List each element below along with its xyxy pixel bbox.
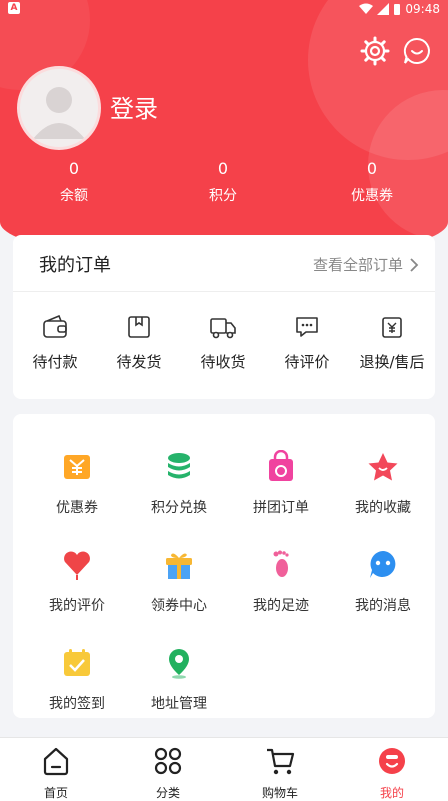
settings-gear-icon[interactable] bbox=[360, 36, 390, 66]
status-bar: A 09:48 bbox=[0, 0, 448, 18]
calendar-icon bbox=[64, 649, 90, 676]
tab-label: 首页 bbox=[43, 786, 68, 800]
orders-title: 我的订单 bbox=[39, 255, 111, 276]
truck-icon bbox=[210, 318, 236, 339]
tab-label: 我的 bbox=[379, 786, 404, 800]
avatar[interactable] bbox=[17, 66, 101, 150]
category-icon bbox=[154, 747, 182, 775]
tab-label: 分类 bbox=[155, 786, 180, 800]
profile-icon bbox=[379, 748, 405, 774]
service-my-reviews[interactable]: 我的评价 bbox=[22, 548, 132, 615]
service-label: 地址管理 bbox=[151, 696, 207, 712]
group-bag-icon bbox=[269, 449, 293, 481]
tab-cart[interactable]: 购物车 bbox=[240, 746, 320, 801]
message-icon bbox=[370, 551, 396, 578]
service-address[interactable]: 地址管理 bbox=[124, 646, 234, 713]
coins-icon bbox=[168, 453, 190, 479]
service-group-orders[interactable]: 拼团订单 bbox=[226, 449, 336, 517]
stat-coupons[interactable]: 0 优惠券 bbox=[312, 160, 432, 205]
view-all-orders-link[interactable]: 查看全部订单 bbox=[313, 254, 419, 275]
login-link[interactable]: 登录 bbox=[110, 89, 158, 124]
service-footprints[interactable]: 我的足迹 bbox=[226, 548, 336, 615]
order-label: 待付款 bbox=[32, 353, 78, 371]
service-favorites[interactable]: 我的收藏 bbox=[328, 450, 438, 517]
service-label: 我的收藏 bbox=[355, 500, 411, 516]
order-label: 待收货 bbox=[200, 353, 246, 371]
refund-icon bbox=[382, 317, 402, 338]
order-label: 待评价 bbox=[284, 353, 330, 371]
heart-icon bbox=[64, 551, 90, 580]
view-all-orders-label: 查看全部订单 bbox=[312, 256, 403, 274]
services-card: 优惠券 积分兑换 拼团订单 我的收藏 我的评价 领券中心 我的足迹 我的消息 我… bbox=[13, 414, 435, 718]
order-label: 待发货 bbox=[116, 353, 162, 371]
service-label: 我的签到 bbox=[49, 696, 105, 712]
tab-label: 购物车 bbox=[261, 786, 298, 800]
coupon-icon bbox=[64, 455, 90, 479]
service-label: 我的消息 bbox=[355, 598, 411, 614]
stat-label: 余额 bbox=[60, 188, 88, 204]
service-check-in[interactable]: 我的签到 bbox=[22, 646, 132, 713]
stat-points[interactable]: 0 积分 bbox=[163, 160, 283, 205]
battery-icon bbox=[394, 4, 401, 15]
default-avatar-icon bbox=[33, 87, 85, 139]
notification-icon: A bbox=[8, 2, 20, 14]
service-coupon-center[interactable]: 领券中心 bbox=[124, 548, 234, 615]
bottom-tab-bar: 首页 分类 购物车 我的 bbox=[0, 737, 448, 801]
wallet-icon bbox=[43, 314, 67, 338]
service-label: 拼团订单 bbox=[253, 500, 309, 516]
stat-label: 积分 bbox=[209, 188, 237, 204]
star-icon bbox=[368, 453, 398, 481]
orders-card: 我的订单 查看全部订单 待付款 待发货 待收货 待评价 退换/售后 bbox=[13, 235, 435, 399]
package-icon bbox=[128, 316, 150, 338]
service-messages[interactable]: 我的消息 bbox=[328, 548, 438, 615]
service-label: 积分兑换 bbox=[151, 500, 207, 516]
order-refund-aftersale[interactable]: 退换/售后 bbox=[349, 315, 435, 372]
status-time: 09:48 bbox=[405, 2, 440, 16]
service-coupons[interactable]: 优惠券 bbox=[22, 450, 132, 517]
service-label: 领券中心 bbox=[151, 598, 207, 614]
service-label: 优惠券 bbox=[56, 500, 98, 516]
order-pending-shipment[interactable]: 待发货 bbox=[97, 315, 181, 372]
cart-icon bbox=[267, 748, 295, 775]
wifi-icon bbox=[359, 3, 374, 14]
stat-value: 0 bbox=[366, 159, 378, 178]
order-pending-receipt[interactable]: 待收货 bbox=[181, 315, 265, 372]
order-pending-payment[interactable]: 待付款 bbox=[13, 314, 97, 372]
location-icon bbox=[169, 649, 189, 679]
tab-category[interactable]: 分类 bbox=[128, 746, 208, 801]
stat-value: 0 bbox=[217, 159, 229, 178]
tab-home[interactable]: 首页 bbox=[16, 746, 96, 801]
service-label: 我的足迹 bbox=[253, 598, 309, 614]
order-pending-review[interactable]: 待评价 bbox=[265, 315, 349, 372]
stat-balance[interactable]: 0 余额 bbox=[14, 160, 134, 205]
gift-icon bbox=[166, 553, 192, 579]
service-points-exchange[interactable]: 积分兑换 bbox=[124, 450, 234, 517]
footprint-icon bbox=[273, 550, 289, 577]
tab-profile[interactable]: 我的 bbox=[352, 746, 432, 801]
service-label: 我的评价 bbox=[49, 598, 105, 614]
comment-icon bbox=[296, 317, 318, 337]
stat-label: 优惠券 bbox=[351, 188, 393, 204]
stat-value: 0 bbox=[68, 159, 80, 178]
message-bubble-icon[interactable] bbox=[402, 36, 432, 66]
orders-header: 我的订单 查看全部订单 bbox=[13, 235, 435, 292]
chevron-right-icon bbox=[410, 257, 419, 272]
signal-icon bbox=[377, 3, 390, 15]
order-label: 退换/售后 bbox=[359, 353, 425, 371]
home-icon bbox=[43, 747, 69, 776]
